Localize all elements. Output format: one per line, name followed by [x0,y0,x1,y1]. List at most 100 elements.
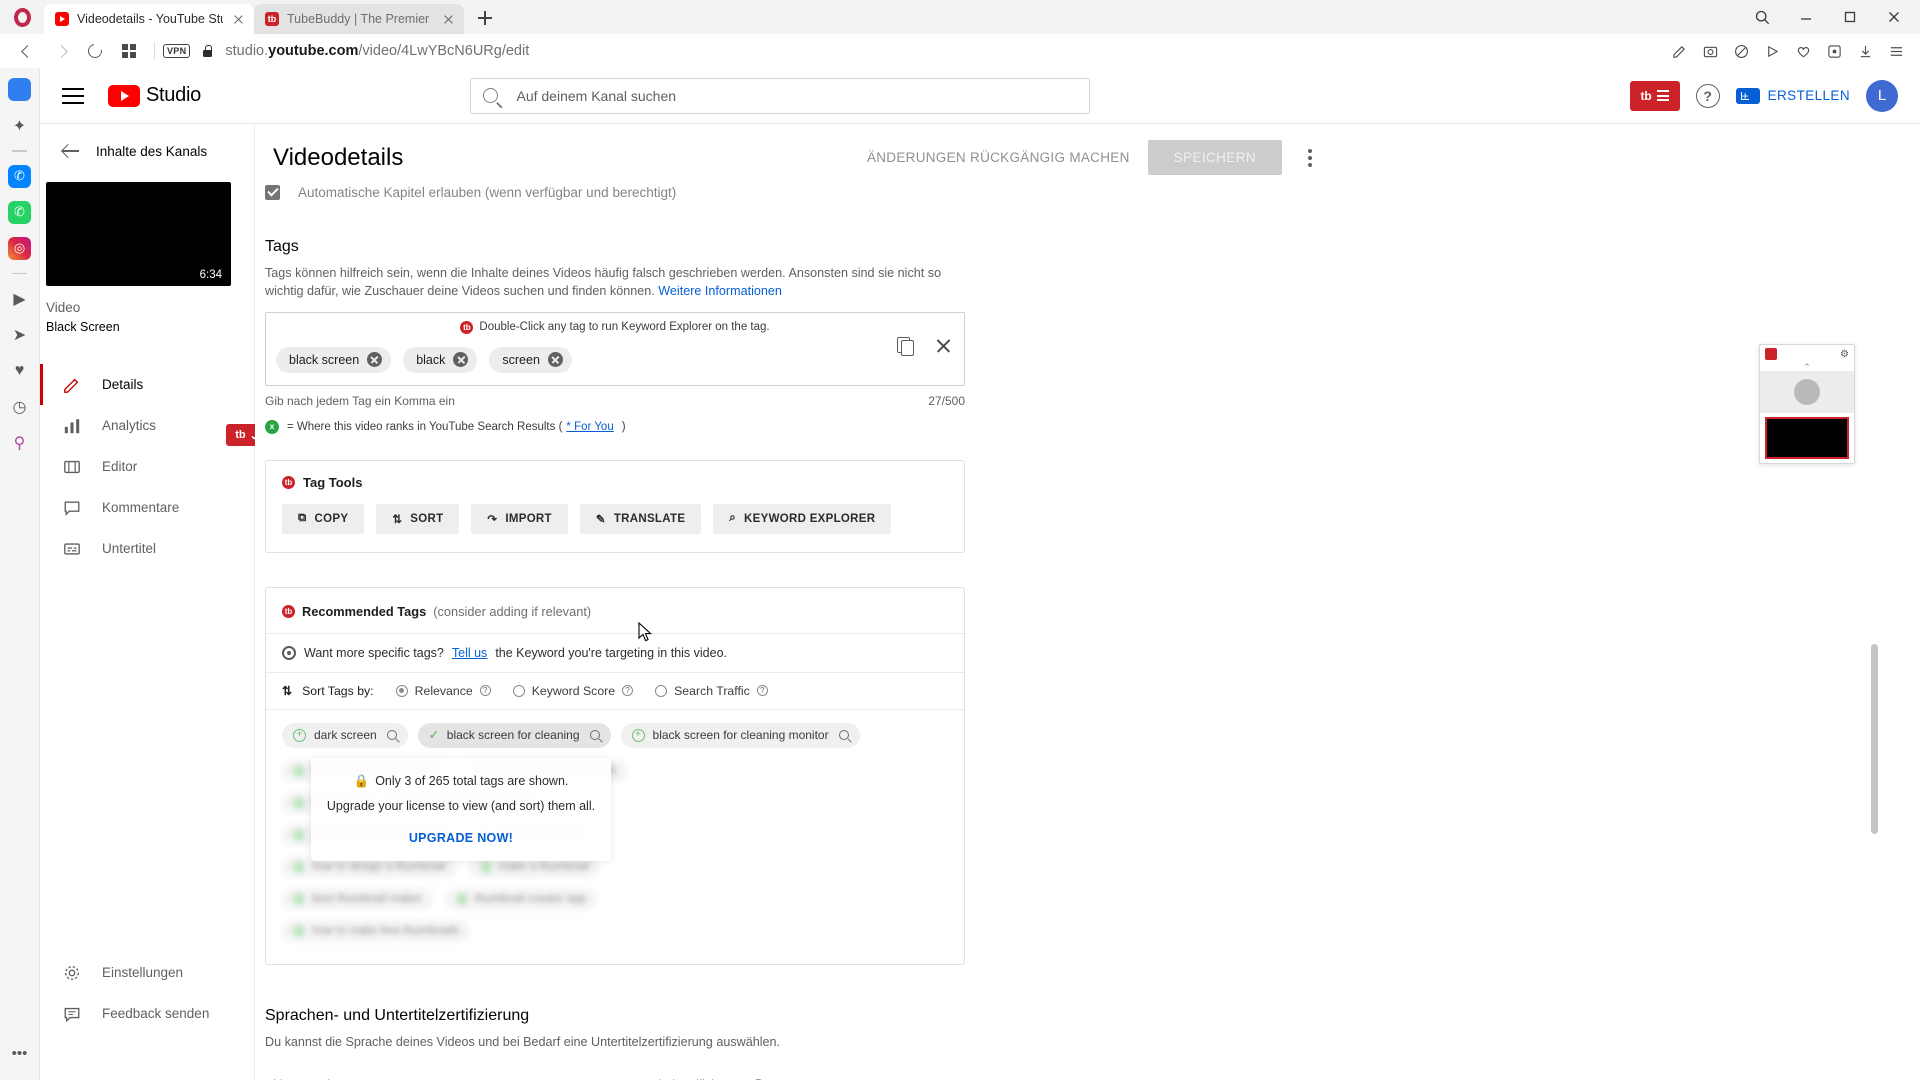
search-icon[interactable] [838,730,849,741]
search-icon[interactable] [589,730,600,741]
upgrade-now-button[interactable]: UPGRADE NOW! [325,831,597,845]
sort-option-search-traffic[interactable]: Search Traffic ? [655,684,768,698]
auto-chapters-row[interactable]: Automatische Kapitel erlauben (wenn verf… [265,185,965,200]
tell-us-link[interactable]: Tell us [452,646,487,660]
reload-icon[interactable] [78,36,112,66]
heart-icon[interactable] [1789,37,1817,65]
for-you-link[interactable]: * For You [566,421,613,433]
plus-icon[interactable]: + [293,728,306,742]
back-button[interactable] [10,36,44,66]
close-icon[interactable] [367,352,383,368]
radio-icon[interactable] [655,684,668,697]
translate-tags-button[interactable]: ✎ TRANSLATE [579,503,702,534]
vpn-badge[interactable]: VPN [163,44,191,58]
arrow-back-icon[interactable] [62,142,80,160]
menu-icon[interactable] [1882,37,1910,65]
help-icon[interactable]: ? [622,685,634,697]
radio-selected-icon[interactable] [395,684,408,697]
keyword-explorer-button[interactable]: ⌕ KEYWORD EXPLORER [713,503,892,534]
sidebar-more-button[interactable]: ••• [12,1045,28,1062]
new-tab-button[interactable] [472,5,498,31]
copy-icon[interactable] [897,336,914,357]
video-thumbnail[interactable]: 6:34 [46,182,231,286]
extension-icon[interactable] [1820,37,1848,65]
forward-button[interactable] [44,36,78,66]
player-icon[interactable]: ▶ [8,287,31,310]
sort-tags-button[interactable]: ⇅ SORT [376,503,460,534]
tag-chip[interactable]: black screen [276,346,392,373]
help-icon[interactable]: ? [756,685,768,697]
url-bar[interactable]: studio.youtube.com/video/4LwYBcN6URg/edi… [225,43,529,59]
hamburger-icon[interactable] [62,87,84,104]
tubebuddy-button[interactable]: tb [1629,80,1680,111]
close-window-button[interactable] [1874,4,1914,30]
gear-icon[interactable]: ⚙ [1840,349,1849,360]
clear-tags-icon[interactable] [935,337,952,354]
sidebar-item-subtitles[interactable]: Untertitel [40,528,254,569]
recommended-tag-chip[interactable]: + dark screen [282,722,408,748]
sidebar-item-feedback[interactable]: Feedback senden [40,993,254,1034]
search-input[interactable]: Auf deinem Kanal suchen [470,77,1091,114]
screenshot-icon[interactable] [1696,37,1724,65]
learn-more-link[interactable]: Weitere Informationen [658,284,782,298]
recommended-tag-chip[interactable]: + black screen for cleaning monitor [620,722,860,748]
create-button[interactable]: + ERSTELLEN [1735,87,1850,104]
grid-icon[interactable] [112,36,146,66]
sidebar-item-analytics[interactable]: Analytics [40,405,254,446]
plus-icon[interactable]: + [631,728,645,742]
pin-icon[interactable]: ⚲ [8,431,31,454]
browser-tab-0[interactable]: Videodetails - YouTube Stu [44,4,254,34]
minimize-button[interactable] [1786,4,1826,30]
undo-changes-button[interactable]: ÄNDERUNGEN RÜCKGÄNGIG MACHEN [867,150,1130,165]
tags-input-box[interactable]: tb Double-Click any tag to run Keyword E… [265,311,965,386]
sidebar-item-details[interactable]: Details [40,364,254,405]
pencil-icon [62,375,82,395]
sort-option-keyword-score[interactable]: Keyword Score ? [512,684,634,698]
subtitle-certification-select[interactable]: Untertitelzertifizierung ? [625,1072,965,1080]
checkbox-checked-icon[interactable] [265,185,280,200]
maximize-button[interactable] [1830,4,1870,30]
close-icon[interactable] [453,352,469,368]
avatar[interactable]: L [1866,79,1898,112]
help-icon[interactable]: ? [479,685,491,697]
sidebar-item-editor[interactable]: Editor [40,446,254,487]
history-icon[interactable]: ◷ [8,395,31,418]
close-icon[interactable] [547,352,563,368]
sidebar-item-settings[interactable]: Einstellungen [40,952,254,993]
scrollbar[interactable] [1871,644,1878,834]
download-icon[interactable] [1851,37,1879,65]
edit-icon[interactable] [1665,37,1693,65]
sort-option-relevance[interactable]: Relevance ? [395,684,491,698]
import-tags-button[interactable]: ↷ IMPORT [471,503,568,534]
block-icon[interactable] [1727,37,1755,65]
bookmarks-icon[interactable]: ✦ [8,114,31,137]
save-button[interactable]: SPEICHERN [1147,140,1282,175]
tag-chip[interactable]: black [403,346,478,373]
recommended-tag-chip[interactable]: ✓ black screen for cleaning [417,722,611,748]
chevron-up-icon[interactable]: ⌃ [1760,363,1854,372]
sidebar-item-comments[interactable]: Kommentare [40,487,254,528]
kebab-icon[interactable] [1300,145,1320,171]
heart-icon[interactable]: ♥ [8,359,31,382]
tag-chip[interactable]: screen [489,346,572,373]
breadcrumb[interactable]: Inhalte des Kanals [40,124,254,172]
instagram-icon[interactable]: ◎ [8,236,31,260]
search-icon[interactable] [386,730,397,741]
opera-logo[interactable] [0,0,44,34]
send-icon[interactable]: ➤ [8,323,31,346]
help-icon[interactable]: ? [1695,83,1720,108]
browser-tab-1[interactable]: tb TubeBuddy | The Premier Y [254,4,464,34]
copy-tags-button[interactable]: ⧉ COPY [282,503,365,534]
close-icon[interactable] [231,12,246,27]
player-icon[interactable] [1758,37,1786,65]
messenger-icon[interactable]: ✆ [8,164,31,188]
whatsapp-icon[interactable]: ✆ [8,200,31,224]
workspace-icon[interactable] [8,78,31,101]
radio-icon[interactable] [512,684,525,697]
lock-icon[interactable] [200,44,214,59]
studio-logo[interactable]: Studio [108,84,201,107]
video-language-select[interactable]: Videosprache [265,1072,605,1080]
tubebuddy-widget[interactable]: ⚙ ⌃ [1759,344,1855,464]
search-icon[interactable] [1742,4,1782,30]
close-icon[interactable] [441,12,456,27]
